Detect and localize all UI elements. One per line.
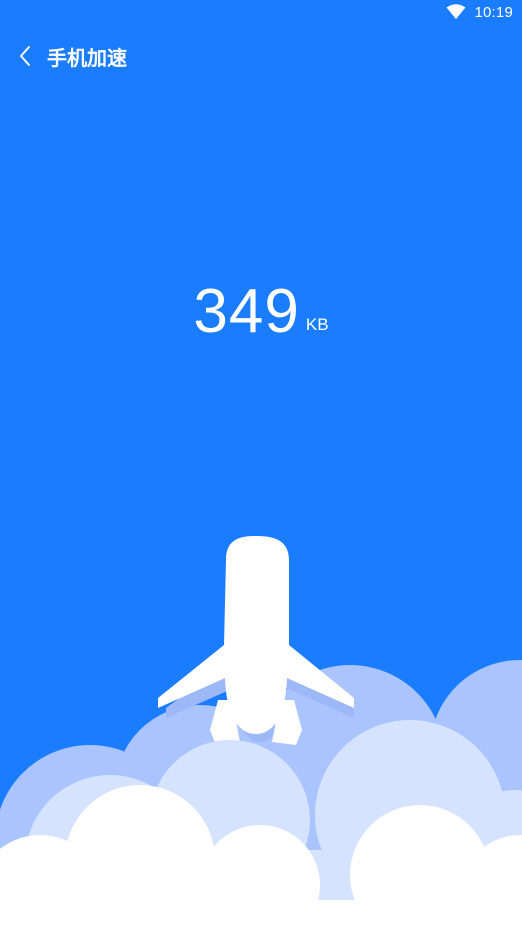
speed-value: 349 bbox=[193, 277, 300, 346]
status-time: 10:19 bbox=[474, 4, 513, 21]
chevron-left-icon bbox=[20, 46, 30, 66]
speed-readout: 349 KB bbox=[0, 276, 522, 347]
app-header: 手机加速 bbox=[0, 38, 522, 74]
back-button[interactable] bbox=[16, 44, 36, 68]
page-title: 手机加速 bbox=[47, 46, 127, 70]
rocket-scene-illustration bbox=[0, 536, 522, 927]
wifi-icon bbox=[446, 4, 466, 19]
speed-unit: KB bbox=[305, 315, 329, 334]
status-bar: 10:19 bbox=[0, 0, 522, 26]
